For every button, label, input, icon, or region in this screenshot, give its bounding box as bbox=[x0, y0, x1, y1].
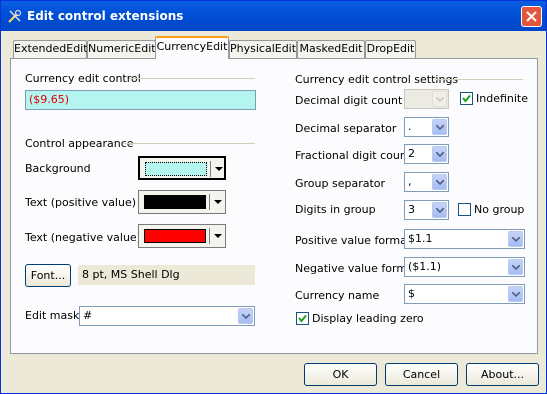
title-bar[interactable]: Edit control extensions bbox=[1, 1, 546, 31]
chevron-down-icon bbox=[436, 208, 444, 213]
positive-format-combo[interactable]: $1.1 bbox=[404, 229, 525, 249]
dropdown-button[interactable] bbox=[432, 174, 447, 190]
dropdown-button[interactable] bbox=[432, 91, 447, 107]
decimal-separator-combo[interactable]: . bbox=[404, 117, 449, 137]
background-color-swatch bbox=[145, 162, 207, 176]
background-label: Background bbox=[25, 162, 91, 175]
tab-label: NumericEdit bbox=[88, 42, 156, 55]
display-leading-zero-label: Display leading zero bbox=[312, 312, 424, 325]
tab-physicaledit[interactable]: PhysicalEdit bbox=[229, 40, 297, 58]
settings-group-label: Currency edit control settings bbox=[295, 73, 459, 86]
chevron-down-icon bbox=[512, 292, 520, 297]
tab-maskededit[interactable]: MaskedEdit bbox=[297, 40, 365, 58]
font-value-display: 8 pt, MS Shell Dlg bbox=[78, 265, 255, 285]
edit-mask-value: # bbox=[83, 309, 93, 322]
fractional-digit-count-value: 2 bbox=[408, 147, 415, 160]
control-appearance-group-label: Control appearance bbox=[25, 137, 134, 150]
negative-format-value: ($1.1) bbox=[408, 260, 442, 273]
chevron-down-icon bbox=[436, 152, 444, 157]
negative-format-label: Negative value format bbox=[295, 262, 419, 275]
digits-in-group-value: 3 bbox=[408, 203, 415, 216]
font-button[interactable]: Font... bbox=[25, 264, 71, 287]
display-leading-zero-checkbox[interactable] bbox=[296, 312, 309, 325]
negative-color-swatch bbox=[144, 229, 206, 243]
group-separator-label: Group separator bbox=[295, 177, 386, 190]
group-divider bbox=[129, 78, 255, 79]
group-separator-value: , bbox=[408, 175, 412, 188]
tab-label: DropEdit bbox=[366, 42, 415, 55]
tab-label: ExtendedEdit bbox=[14, 42, 88, 55]
currency-name-value: $ bbox=[408, 287, 415, 300]
currency-edit-group-label: Currency edit control bbox=[25, 72, 141, 85]
edit-mask-label: Edit mask bbox=[25, 309, 80, 322]
cancel-button[interactable]: Cancel bbox=[385, 363, 458, 386]
group-separator-combo[interactable]: , bbox=[404, 172, 449, 192]
dropdown-button[interactable] bbox=[508, 259, 523, 275]
separator bbox=[210, 161, 211, 177]
dropdown-arrow-icon bbox=[214, 234, 222, 238]
tab-numericedit[interactable]: NumericEdit bbox=[87, 40, 156, 58]
text-negative-color-button[interactable] bbox=[138, 224, 226, 248]
digits-in-group-combo[interactable]: 3 bbox=[404, 200, 449, 220]
negative-format-combo[interactable]: ($1.1) bbox=[404, 257, 525, 277]
background-color-button[interactable] bbox=[138, 156, 226, 180]
currency-name-combo[interactable]: $ bbox=[404, 284, 525, 304]
chevron-down-icon bbox=[436, 125, 444, 130]
dropdown-button[interactable] bbox=[432, 146, 447, 162]
positive-format-value: $1.1 bbox=[408, 232, 433, 245]
dropdown-button[interactable] bbox=[508, 286, 523, 302]
no-group-label: No group bbox=[474, 203, 525, 216]
close-button[interactable] bbox=[521, 6, 542, 27]
chevron-down-icon bbox=[512, 265, 520, 270]
tab-label: PhysicalEdit bbox=[230, 42, 297, 55]
chevron-down-icon bbox=[436, 180, 444, 185]
tab-extendededit[interactable]: ExtendedEdit bbox=[13, 40, 88, 58]
checkmark-icon bbox=[298, 314, 307, 323]
separator bbox=[209, 228, 210, 244]
indefinite-checkbox[interactable] bbox=[460, 92, 473, 105]
currency-edit-input[interactable]: ($9.65) bbox=[25, 90, 256, 110]
text-negative-label: Text (negative value) bbox=[25, 231, 141, 244]
chevron-down-icon bbox=[242, 314, 250, 319]
group-divider bbox=[435, 79, 523, 80]
dropdown-arrow-icon bbox=[214, 200, 222, 204]
ok-button[interactable]: OK bbox=[304, 363, 377, 386]
chevron-down-icon bbox=[512, 237, 520, 242]
edit-mask-combo[interactable]: # bbox=[79, 306, 255, 326]
group-divider bbox=[123, 143, 255, 144]
tab-currencyedit[interactable]: CurrencyEdit bbox=[155, 36, 229, 59]
fractional-digit-count-combo[interactable]: 2 bbox=[404, 144, 449, 164]
tab-dropedit[interactable]: DropEdit bbox=[365, 40, 416, 58]
fractional-digit-count-label: Fractional digit count bbox=[295, 149, 412, 162]
text-positive-color-button[interactable] bbox=[138, 190, 226, 214]
positive-color-swatch bbox=[144, 195, 206, 209]
dropdown-button[interactable] bbox=[508, 231, 523, 247]
checkmark-icon bbox=[462, 94, 471, 103]
dropdown-arrow-icon bbox=[215, 167, 223, 171]
tab-label: MaskedEdit bbox=[299, 42, 363, 55]
separator bbox=[209, 194, 210, 210]
text-positive-label: Text (positive value) bbox=[25, 196, 137, 209]
indefinite-label: Indefinite bbox=[476, 92, 529, 105]
decimal-separator-label: Decimal separator bbox=[295, 122, 397, 135]
tools-icon bbox=[8, 9, 22, 23]
dropdown-button[interactable] bbox=[238, 308, 253, 324]
chevron-down-icon bbox=[436, 97, 444, 102]
currency-name-label: Currency name bbox=[295, 289, 380, 302]
window-title: Edit control extensions bbox=[27, 9, 184, 23]
dialog-window: Edit control extensions ExtendedEdit Num… bbox=[0, 0, 547, 394]
dropdown-button[interactable] bbox=[432, 202, 447, 218]
close-icon bbox=[526, 11, 537, 22]
tab-label: CurrencyEdit bbox=[156, 40, 228, 53]
decimal-separator-value: . bbox=[408, 120, 412, 133]
decimal-digit-count-label: Decimal digit count bbox=[295, 94, 403, 107]
digits-in-group-label: Digits in group bbox=[295, 203, 376, 216]
positive-format-label: Positive value format bbox=[295, 234, 412, 247]
no-group-checkbox[interactable] bbox=[458, 203, 471, 216]
about-button[interactable]: About... bbox=[466, 363, 539, 386]
decimal-digit-count-combo[interactable] bbox=[404, 89, 449, 109]
dropdown-button[interactable] bbox=[432, 119, 447, 135]
